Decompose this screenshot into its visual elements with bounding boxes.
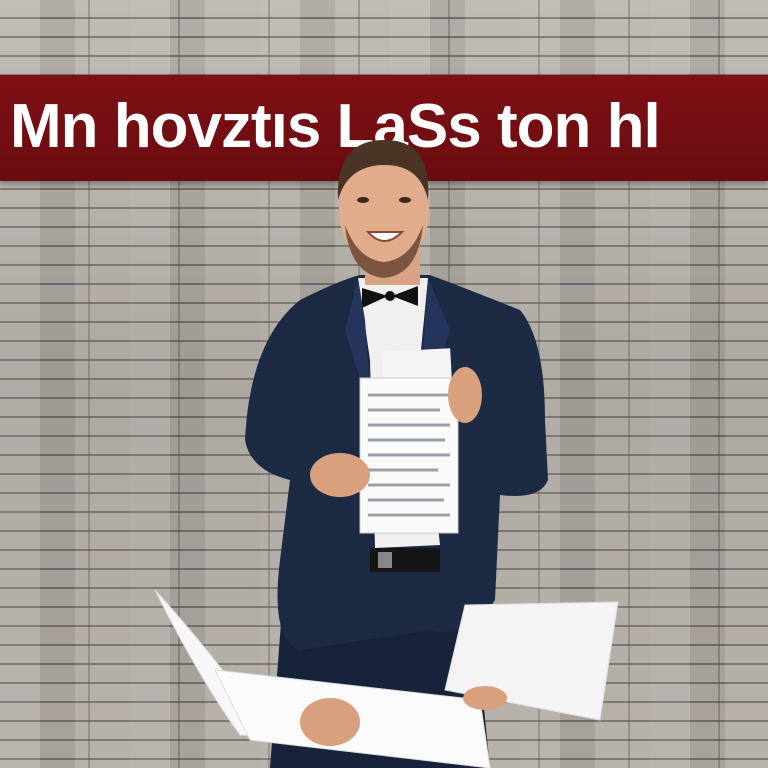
bow-tie-knot bbox=[385, 291, 395, 301]
hand-lower-right bbox=[463, 686, 507, 710]
man-figure bbox=[154, 140, 619, 768]
paper-small bbox=[382, 348, 452, 382]
hand-right bbox=[448, 367, 482, 423]
hand-left bbox=[310, 453, 370, 497]
belt-buckle bbox=[378, 552, 392, 568]
eye-right bbox=[399, 197, 411, 203]
eye-left bbox=[357, 197, 369, 203]
hand-lower-left bbox=[300, 698, 360, 746]
